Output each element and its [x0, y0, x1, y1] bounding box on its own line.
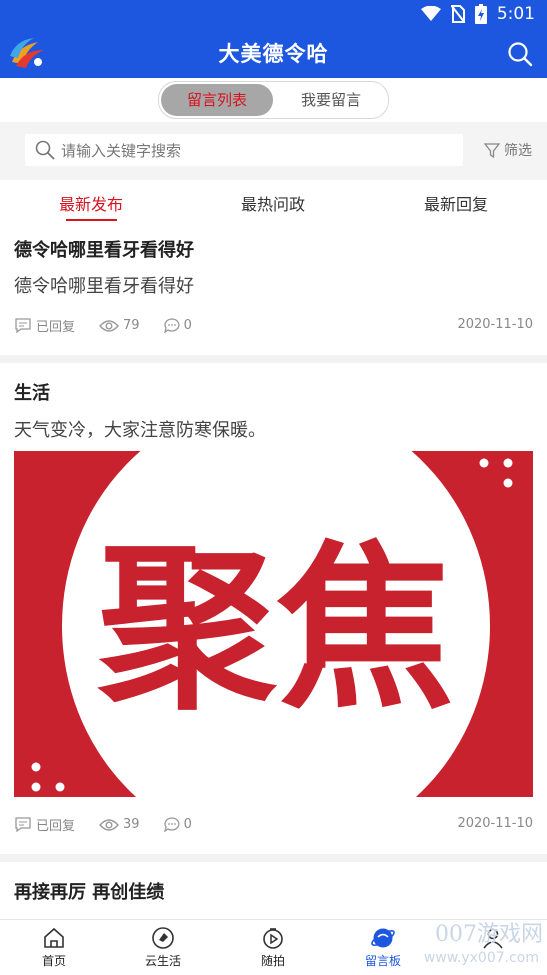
app-title: 大美德令哈 [218, 42, 329, 66]
filter-icon [484, 143, 500, 158]
status-time: 5:01 [496, 4, 535, 24]
reply-status-label: 已回复 [36, 819, 76, 834]
tab-leave-message[interactable]: 我要留言 [277, 84, 385, 116]
comment-count: 0 [163, 817, 192, 832]
comment-count-value: 0 [183, 817, 192, 832]
no-sim-icon [450, 5, 465, 23]
post-card[interactable]: 生活 天气变冷，大家注意防寒保暖。 聚焦 已回复 39 0 2020-11-10 [0, 363, 547, 854]
tab-active-indicator [66, 219, 117, 221]
reply-status-label: 已回复 [36, 320, 76, 335]
nav-snapshot[interactable]: 随拍 [233, 924, 313, 969]
tab-message-list[interactable]: 留言列表 [161, 84, 273, 116]
segment-bar: 留言列表 我要留言 [0, 78, 547, 122]
comment-count-value: 0 [183, 318, 192, 333]
post-card[interactable]: 再接再厉 再创佳绩 [0, 862, 547, 919]
search-icon[interactable] [507, 41, 533, 67]
reply-status: 已回复 [14, 815, 75, 834]
nav-message-board-label: 留言板 [364, 954, 401, 968]
search-row: 请输入关键字搜索 筛选 [0, 122, 547, 180]
nav-message-board[interactable]: 留言板 [343, 924, 423, 969]
post-body: 天气变冷，大家注意防寒保暖。 [14, 420, 266, 441]
view-count: 39 [99, 817, 140, 832]
nav-cloud-life-label: 云生活 [144, 954, 181, 968]
post-meta: 已回复 79 0 [14, 316, 216, 335]
battery-icon [474, 4, 487, 24]
post-title: 德令哈哪里看牙看得好 [14, 240, 194, 261]
post-card[interactable]: 德令哈哪里看牙看得好 德令哈哪里看牙看得好 已回复 79 0 2020-11-1… [0, 222, 547, 355]
view-count: 79 [99, 318, 140, 333]
post-image[interactable]: 聚焦 [14, 451, 533, 797]
watermark: 007游戏网 [435, 922, 543, 947]
post-title: 生活 [14, 383, 50, 404]
status-bar: 5:01 [0, 0, 547, 30]
comment-icon [163, 817, 180, 832]
filter-label: 筛选 [504, 143, 532, 159]
tab-latest-reply[interactable]: 最新回复 [424, 191, 488, 215]
post-title: 再接再厉 再创佳绩 [14, 882, 165, 903]
camera-play-icon [263, 928, 283, 949]
tab-hottest[interactable]: 最热问政 [241, 191, 305, 215]
app-bar: 大美德令哈 [0, 30, 547, 78]
view-count-value: 39 [123, 817, 140, 832]
view-count-value: 79 [123, 318, 140, 333]
comment-icon [163, 318, 180, 333]
message-icon [15, 318, 31, 333]
message-icon [15, 817, 31, 832]
tab-latest[interactable]: 最新发布 [59, 191, 123, 215]
status-icons: 5:01 [420, 4, 535, 24]
nav-snapshot-label: 随拍 [260, 954, 285, 968]
reply-status: 已回复 [14, 316, 75, 335]
category-tabs: 最新发布 最热问政 最新回复 [0, 180, 547, 223]
segmented-control: 留言列表 我要留言 [158, 81, 389, 119]
post-date: 2020-11-10 [457, 816, 533, 831]
nav-home-label: 首页 [41, 954, 66, 968]
nav-home[interactable]: 首页 [14, 924, 94, 969]
nav-cloud-life[interactable]: 云生活 [123, 924, 203, 969]
eye-icon [99, 319, 119, 332]
post-meta: 已回复 39 0 [14, 815, 216, 834]
search-icon [35, 140, 55, 160]
watermark-url: www.yx007.com [423, 950, 539, 966]
post-body: 德令哈哪里看牙看得好 [14, 276, 194, 297]
filter-button[interactable]: 筛选 [484, 140, 532, 160]
home-icon [44, 927, 64, 948]
wifi-icon [420, 6, 441, 21]
search-input[interactable]: 请输入关键字搜索 [25, 134, 463, 166]
eye-icon [99, 818, 119, 831]
poster-text: 聚焦 [97, 526, 454, 733]
tag-icon [152, 927, 174, 949]
planet-icon [371, 928, 395, 948]
search-placeholder: 请输入关键字搜索 [61, 142, 182, 160]
comment-count: 0 [163, 318, 192, 333]
post-date: 2020-11-10 [457, 317, 533, 332]
